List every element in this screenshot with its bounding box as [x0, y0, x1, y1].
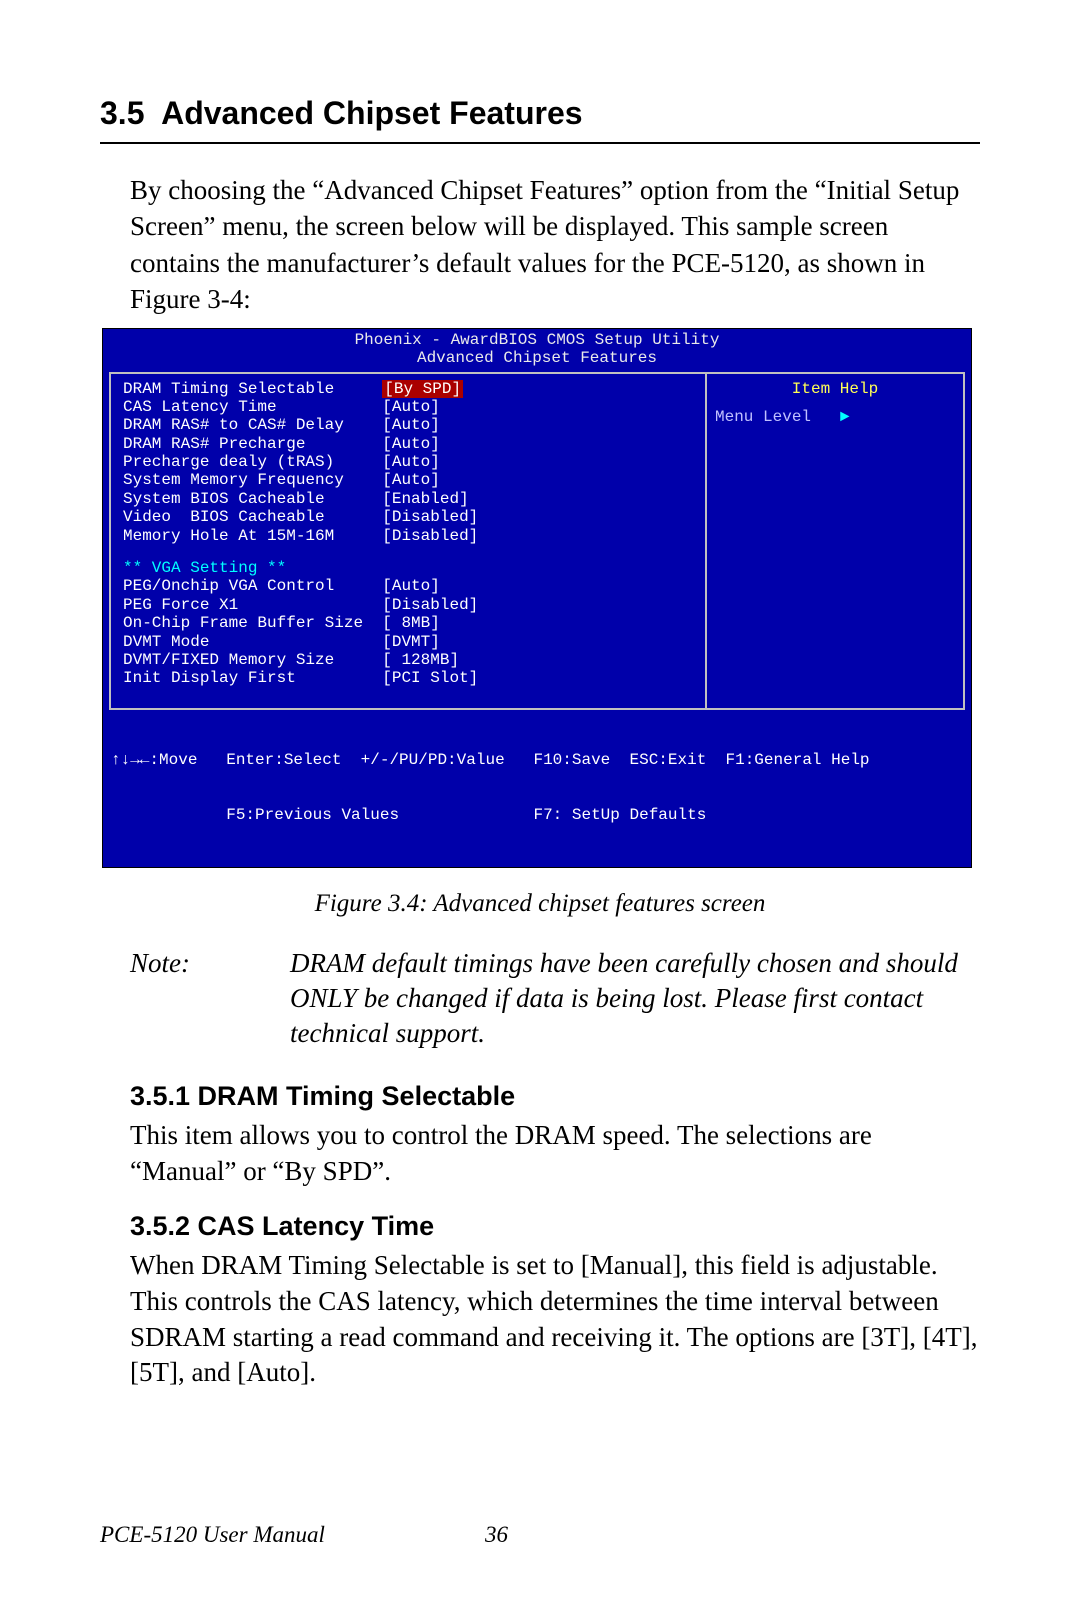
note-body: DRAM default timings have been carefully…: [290, 946, 980, 1051]
bios-setting-value: [Disabled]: [382, 527, 478, 545]
bios-subtitle: Advanced Chipset Features: [103, 349, 971, 371]
subsection-body-2: When DRAM Timing Selectable is set to [M…: [130, 1248, 980, 1391]
bios-setting-value: [ 128MB]: [382, 651, 459, 669]
bios-setting-row: DVMT/FIXED Memory Size [ 128MB]: [123, 651, 697, 669]
bios-footer-line1: ↑↓→←:Move Enter:Select +/-/PU/PD:Value F…: [111, 751, 963, 769]
subsection-body-1: This item allows you to control the DRAM…: [130, 1118, 980, 1189]
bios-setting-label: PEG Force X1: [123, 596, 382, 614]
bios-setting-label: Video BIOS Cacheable: [123, 508, 382, 526]
bios-setting-label: DVMT/FIXED Memory Size: [123, 651, 382, 669]
menu-level-row: Menu Level ►: [715, 408, 955, 426]
bios-vga-header: ** VGA Setting **: [123, 559, 697, 577]
section-number: 3.5: [100, 95, 144, 131]
intro-paragraph: By choosing the “Advanced Chipset Featur…: [130, 172, 980, 318]
bios-setting-label: DRAM RAS# to CAS# Delay: [123, 416, 382, 434]
bios-setting-label: DRAM Timing Selectable: [123, 380, 382, 398]
section-heading: 3.5 Advanced Chipset Features: [100, 95, 980, 144]
subsection-heading-1: 3.5.1 DRAM Timing Selectable: [130, 1081, 980, 1112]
bios-setting-value: [Disabled]: [382, 596, 478, 614]
bios-setting-value: [Auto]: [382, 471, 440, 489]
bios-setting-value: [PCI Slot]: [382, 669, 478, 687]
bios-setting-row: Init Display First [PCI Slot]: [123, 669, 697, 687]
bios-setting-value: [Auto]: [382, 577, 440, 595]
bios-setting-label: System Memory Frequency: [123, 471, 382, 489]
bios-setting-label: Memory Hole At 15M-16M: [123, 527, 382, 545]
bios-setting-value: [Auto]: [382, 398, 440, 416]
bios-setting-value: [By SPD]: [382, 380, 463, 398]
bios-footer: ↑↓→←:Move Enter:Select +/-/PU/PD:Value F…: [103, 710, 971, 867]
bios-footer-line2: F5:Previous Values F7: SetUp Defaults: [111, 806, 963, 824]
bios-setting-value: [Disabled]: [382, 508, 478, 526]
bios-setting-value: [ 8MB]: [382, 614, 440, 632]
bios-setting-row: DRAM RAS# Precharge [Auto]: [123, 435, 697, 453]
note-block: Note: DRAM default timings have been car…: [130, 946, 980, 1051]
page-footer: PCE-5120 User Manual 36: [100, 1522, 980, 1548]
bios-title: Phoenix - AwardBIOS CMOS Setup Utility: [103, 329, 971, 349]
figure-caption: Figure 3.4: Advanced chipset features sc…: [100, 890, 980, 918]
bios-setting-value: [Auto]: [382, 435, 440, 453]
subsection-heading-2: 3.5.2 CAS Latency Time: [130, 1211, 980, 1242]
bios-setting-label: PEG/Onchip VGA Control: [123, 577, 382, 595]
bios-setting-row: Memory Hole At 15M-16M [Disabled]: [123, 527, 697, 545]
bios-setting-label: Init Display First: [123, 669, 382, 687]
bios-settings-pane: DRAM Timing Selectable [By SPD]CAS Laten…: [109, 372, 705, 710]
bios-screenshot: Phoenix - AwardBIOS CMOS Setup Utility A…: [102, 328, 972, 868]
bios-setting-row: System Memory Frequency [Auto]: [123, 471, 697, 489]
bios-setting-label: Precharge dealy (tRAS): [123, 453, 382, 471]
bios-setting-row: CAS Latency Time [Auto]: [123, 398, 697, 416]
footer-page-number: 36: [485, 1522, 508, 1548]
bios-setting-label: CAS Latency Time: [123, 398, 382, 416]
bios-setting-value: [Enabled]: [382, 490, 468, 508]
bios-setting-row: Video BIOS Cacheable [Disabled]: [123, 508, 697, 526]
bios-help-pane: Item Help Menu Level ►: [705, 372, 965, 710]
bios-setting-value: [DVMT]: [382, 633, 440, 651]
bios-setting-label: System BIOS Cacheable: [123, 490, 382, 508]
bios-setting-row: DVMT Mode [DVMT]: [123, 633, 697, 651]
bios-setting-row: DRAM Timing Selectable [By SPD]: [123, 380, 697, 398]
bios-setting-label: DRAM RAS# Precharge: [123, 435, 382, 453]
bios-setting-row: On-Chip Frame Buffer Size [ 8MB]: [123, 614, 697, 632]
bios-setting-row: PEG Force X1 [Disabled]: [123, 596, 697, 614]
bios-setting-row: Precharge dealy (tRAS) [Auto]: [123, 453, 697, 471]
bios-setting-row: DRAM RAS# to CAS# Delay [Auto]: [123, 416, 697, 434]
bios-setting-row: System BIOS Cacheable [Enabled]: [123, 490, 697, 508]
bios-setting-row: PEG/Onchip VGA Control [Auto]: [123, 577, 697, 595]
chevron-right-icon: ►: [840, 408, 850, 426]
bios-setting-label: On-Chip Frame Buffer Size: [123, 614, 382, 632]
bios-setting-value: [Auto]: [382, 453, 440, 471]
note-label: Note:: [130, 946, 290, 1051]
bios-setting-label: DVMT Mode: [123, 633, 382, 651]
item-help-label: Item Help: [715, 380, 955, 398]
footer-manual-name: PCE-5120 User Manual: [100, 1522, 325, 1547]
bios-setting-value: [Auto]: [382, 416, 440, 434]
section-title: Advanced Chipset Features: [161, 95, 582, 131]
